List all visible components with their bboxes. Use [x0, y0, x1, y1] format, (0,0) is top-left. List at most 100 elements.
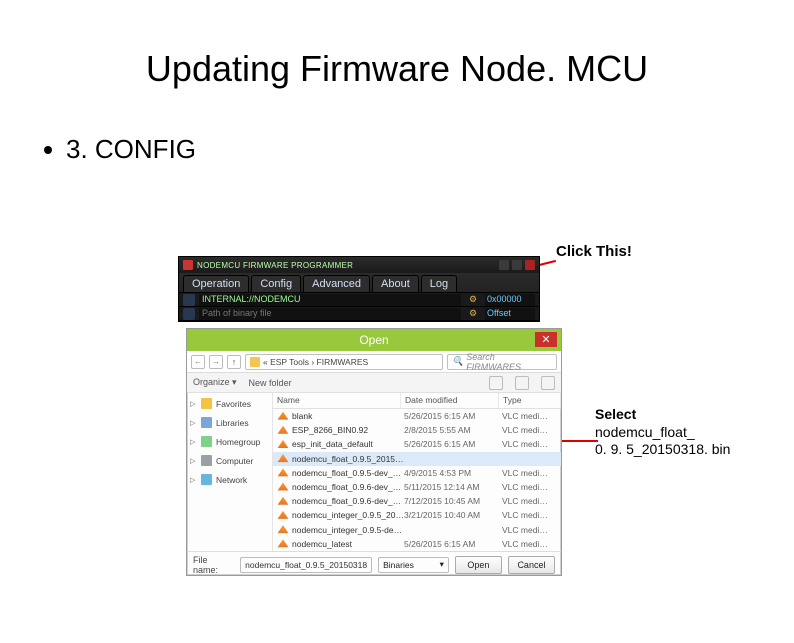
bullet-row: 3. CONFIG	[44, 134, 794, 165]
callout-select-bold: Select	[595, 406, 636, 422]
path-field-2[interactable]: Path of binary file	[199, 308, 461, 320]
dialog-titlebar: Open ✕	[187, 329, 561, 351]
sidebar-homegroup[interactable]: ▷Homegroup	[190, 435, 269, 448]
tab-log[interactable]: Log	[421, 275, 457, 292]
col-date[interactable]: Date modified	[401, 393, 499, 408]
filename-value: nodemcu_float_0.9.5_20150318	[245, 560, 367, 570]
file-type: VLC medi…	[502, 496, 561, 506]
file-name: nodemcu_integer_0.9.5-dev_20150405	[292, 525, 404, 535]
breadcrumb-text: « ESP Tools › FIRMWARES	[263, 357, 368, 367]
tab-about[interactable]: About	[372, 275, 419, 292]
file-icon	[277, 439, 289, 449]
view-icon[interactable]	[489, 376, 503, 390]
dialog-close-button[interactable]: ✕	[535, 332, 557, 347]
file-date: 7/12/2015 10:45 AM	[404, 496, 502, 506]
config-row-2: Path of binary file ⚙ Offset	[179, 307, 539, 321]
dialog-toolbar: Organize ▾ New folder	[187, 373, 561, 393]
filter-value: Binaries	[383, 560, 414, 570]
dialog-main: Name Date modified Type blank5/26/2015 6…	[273, 393, 561, 551]
slide-title: Updating Firmware Node. MCU	[0, 48, 794, 90]
file-icon	[277, 411, 289, 421]
network-icon	[201, 474, 212, 485]
file-list: blank5/26/2015 6:15 AMVLC medi…ESP_8266_…	[273, 409, 561, 551]
file-name: nodemcu_integer_0.9.5_20150318	[292, 510, 404, 520]
close-icon[interactable]	[525, 260, 535, 270]
maximize-icon[interactable]	[512, 260, 522, 270]
sidebar-libraries[interactable]: ▷Libraries	[190, 416, 269, 429]
sidebar-computer[interactable]: ▷Computer	[190, 454, 269, 467]
gear-icon[interactable]: ⚙	[465, 294, 481, 306]
search-input[interactable]: 🔍 Search FIRMWARES	[447, 354, 557, 370]
file-name: nodemcu_latest	[292, 539, 404, 549]
tab-advanced[interactable]: Advanced	[303, 275, 370, 292]
filetype-filter[interactable]: Binaries▾	[378, 557, 449, 573]
programmer-tabs: Operation Config Advanced About Log	[179, 273, 539, 293]
file-date: 5/26/2015 6:15 AM	[404, 439, 502, 449]
file-row[interactable]: nodemcu_float_0.9.6-dev_201504065/11/201…	[273, 480, 561, 494]
file-type: VLC medi…	[502, 411, 561, 421]
breadcrumb[interactable]: « ESP Tools › FIRMWARES	[245, 354, 443, 370]
file-row[interactable]: ESP_8266_BIN0.922/8/2015 5:55 AMVLC medi…	[273, 423, 561, 437]
col-type[interactable]: Type	[499, 393, 561, 408]
filename-input[interactable]: nodemcu_float_0.9.5_20150318	[240, 557, 372, 573]
file-icon	[277, 525, 289, 535]
library-icon	[201, 417, 212, 428]
file-icon	[277, 496, 289, 506]
star-icon	[201, 398, 212, 409]
sidebar-favorites[interactable]: ▷Favorites	[190, 397, 269, 410]
tab-operation[interactable]: Operation	[183, 275, 249, 292]
file-date: 4/9/2015 4:53 PM	[404, 468, 502, 478]
file-name: esp_init_data_default	[292, 439, 404, 449]
file-icon	[277, 482, 289, 492]
open-dialog: Open ✕ ← → ↑ « ESP Tools › FIRMWARES 🔍 S…	[186, 328, 562, 576]
sidebar-item-label: Libraries	[216, 418, 249, 428]
callout-click-this: Click This!	[556, 243, 632, 260]
file-row[interactable]: nodemcu_integer_0.9.5-dev_20150405 VLC me…	[273, 523, 561, 537]
nav-up-button[interactable]: ↑	[227, 355, 241, 369]
offset-field-1[interactable]: 0x00000	[485, 294, 535, 306]
sidebar-network[interactable]: ▷Network	[190, 473, 269, 486]
file-name: nodemcu_float_0.9.6-dev_20150406	[292, 482, 404, 492]
organize-button[interactable]: Organize ▾	[193, 377, 237, 388]
file-type: VLC medi…	[502, 525, 561, 535]
file-row[interactable]: nodemcu_float_0.9.5-dev_201504054/9/2015…	[273, 466, 561, 480]
view-icon[interactable]	[515, 376, 529, 390]
file-icon	[277, 454, 289, 464]
file-row[interactable]: nodemcu_float_0.9.5_20150318	[273, 452, 561, 466]
sidebar-item-label: Homegroup	[216, 437, 260, 447]
file-type: VLC medi…	[502, 539, 561, 549]
nav-forward-button[interactable]: →	[209, 355, 223, 369]
minimize-icon[interactable]	[499, 260, 509, 270]
file-date: 5/11/2015 12:14 AM	[404, 482, 502, 492]
col-name[interactable]: Name	[273, 393, 401, 408]
file-row[interactable]: nodemcu_latest5/26/2015 6:15 AMVLC medi…	[273, 537, 561, 551]
checkbox-icon[interactable]	[183, 294, 195, 306]
file-name: nodemcu_float_0.9.5_20150318	[292, 454, 404, 464]
file-icon	[277, 510, 289, 520]
file-row[interactable]: nodemcu_integer_0.9.5_201503183/21/2015 …	[273, 508, 561, 522]
file-icon	[277, 468, 289, 478]
open-button[interactable]: Open	[455, 556, 502, 574]
path-field-1[interactable]: INTERNAL://NODEMCU	[199, 294, 461, 306]
column-headers: Name Date modified Type	[273, 393, 561, 409]
tab-config[interactable]: Config	[251, 275, 301, 292]
file-row[interactable]: esp_init_data_default5/26/2015 6:15 AMVL…	[273, 437, 561, 451]
bullet-text: 3. CONFIG	[66, 134, 196, 165]
file-row[interactable]: nodemcu_float_0.9.6-dev_201507047/12/201…	[273, 494, 561, 508]
programmer-titlebar: NODEMCU FIRMWARE PROGRAMMER	[179, 257, 539, 273]
newfolder-button[interactable]: New folder	[249, 378, 292, 388]
callout-select-line2: 0. 9. 5_20150318. bin	[595, 441, 730, 457]
sidebar-item-label: Network	[216, 475, 247, 485]
dialog-title: Open	[359, 333, 388, 347]
nav-back-button[interactable]: ←	[191, 355, 205, 369]
file-date: 2/8/2015 5:55 AM	[404, 425, 502, 435]
gear-icon[interactable]: ⚙	[465, 308, 481, 320]
cancel-button[interactable]: Cancel	[508, 556, 555, 574]
checkbox-icon[interactable]	[183, 308, 195, 320]
file-row[interactable]: blank5/26/2015 6:15 AMVLC medi…	[273, 409, 561, 423]
file-type: VLC medi…	[502, 468, 561, 478]
dialog-sidebar: ▷Favorites ▷Libraries ▷Homegroup ▷Comput…	[187, 393, 273, 551]
help-icon[interactable]	[541, 376, 555, 390]
programmer-window: NODEMCU FIRMWARE PROGRAMMER Operation Co…	[178, 256, 540, 322]
offset-field-2[interactable]: Offset	[485, 308, 535, 320]
